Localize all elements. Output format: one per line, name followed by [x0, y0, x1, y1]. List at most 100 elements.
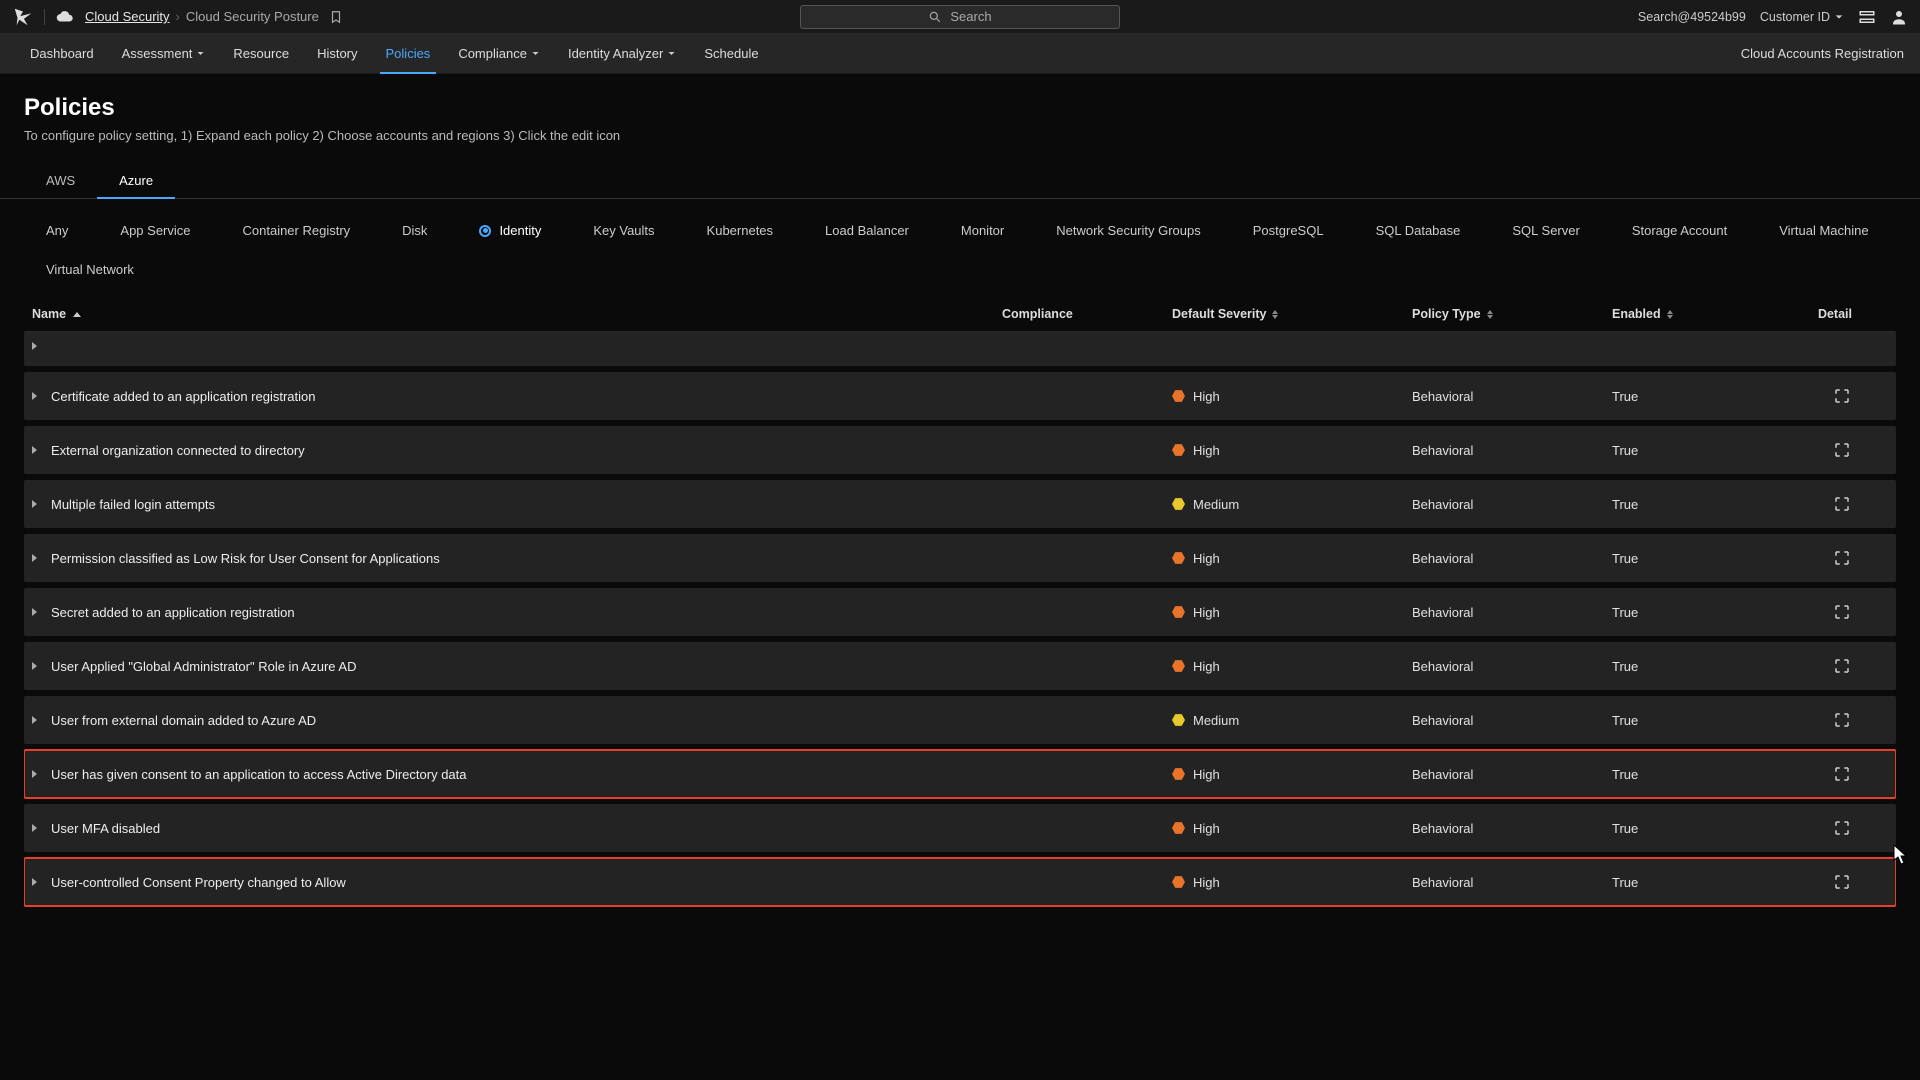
cell-enabled: True [1612, 443, 1782, 458]
filter-load-balancer[interactable]: Load Balancer [803, 213, 931, 248]
expand-caret-icon[interactable] [32, 716, 37, 724]
user-icon[interactable] [1890, 8, 1908, 26]
bookmark-icon[interactable] [329, 10, 343, 24]
col-header-compliance[interactable]: Compliance [1002, 307, 1172, 321]
cell-type: Behavioral [1412, 713, 1612, 728]
filter-storage-account[interactable]: Storage Account [1610, 213, 1749, 248]
filter-kubernetes[interactable]: Kubernetes [685, 213, 796, 248]
filter-sql-database[interactable]: SQL Database [1354, 213, 1483, 248]
expand-caret-icon[interactable] [32, 608, 37, 616]
expand-detail-button[interactable] [1832, 656, 1852, 676]
cloud-tab-azure[interactable]: Azure [97, 163, 175, 198]
nav-item-dashboard[interactable]: Dashboard [16, 34, 108, 74]
table-row[interactable]: Certificate added to an application regi… [24, 372, 1896, 420]
expand-caret-icon[interactable] [32, 500, 37, 508]
cell-type: Behavioral [1412, 551, 1612, 566]
expand-caret-icon[interactable] [32, 662, 37, 670]
expand-caret-icon[interactable] [32, 554, 37, 562]
expand-detail-button[interactable] [1832, 872, 1852, 892]
nav-item-compliance[interactable]: Compliance [444, 34, 554, 74]
filter-key-vaults[interactable]: Key Vaults [571, 213, 676, 248]
filter-container-registry[interactable]: Container Registry [221, 213, 373, 248]
expand-caret-icon[interactable] [32, 770, 37, 778]
expand-detail-button[interactable] [1832, 602, 1852, 622]
nav-item-resource[interactable]: Resource [219, 34, 303, 74]
nav-item-assessment[interactable]: Assessment [108, 34, 220, 74]
nav-item-identity-analyzer[interactable]: Identity Analyzer [554, 34, 690, 74]
col-header-enabled[interactable]: Enabled [1612, 307, 1782, 321]
col-header-type[interactable]: Policy Type [1412, 307, 1612, 321]
cloud-icon[interactable] [55, 7, 75, 27]
radio-active-icon [479, 225, 491, 237]
expand-caret-icon[interactable] [32, 878, 37, 886]
brand-logo-icon[interactable] [12, 6, 34, 28]
filter-network-security-groups[interactable]: Network Security Groups [1034, 213, 1223, 248]
breadcrumb-link[interactable]: Cloud Security [85, 9, 170, 24]
customer-id-label: Customer ID [1760, 10, 1830, 24]
filter-any[interactable]: Any [24, 213, 90, 248]
cell-detail [1782, 440, 1852, 460]
filter-postgresql[interactable]: PostgreSQL [1231, 213, 1346, 248]
table-row[interactable]: User MFA disabledHighBehavioralTrue [24, 804, 1896, 852]
filter-app-service[interactable]: App Service [98, 213, 212, 248]
nav-item-schedule[interactable]: Schedule [690, 34, 772, 74]
page-header: Policies To configure policy setting, 1)… [0, 74, 1920, 155]
severity-hex-icon [1172, 444, 1185, 457]
table-row[interactable]: External organization connected to direc… [24, 426, 1896, 474]
expand-detail-button[interactable] [1832, 710, 1852, 730]
col-header-name[interactable]: Name [32, 307, 1002, 321]
navbar: DashboardAssessment ResourceHistoryPolic… [0, 34, 1920, 74]
search-input[interactable]: Search [800, 5, 1120, 29]
expand-detail-button[interactable] [1832, 764, 1852, 784]
expand-caret-icon[interactable] [32, 392, 37, 400]
table-row[interactable]: Azure users can consent to apps accessin… [24, 332, 1896, 366]
cell-enabled: True [1612, 767, 1782, 782]
cell-enabled: True [1612, 551, 1782, 566]
cell-type: Behavioral [1412, 821, 1612, 836]
expand-caret-icon[interactable] [32, 446, 37, 454]
table-row[interactable]: Secret added to an application registrat… [24, 588, 1896, 636]
cell-detail [1782, 336, 1852, 356]
cell-severity: High [1172, 339, 1412, 354]
cell-severity: High [1172, 767, 1412, 782]
cell-enabled: True [1612, 821, 1782, 836]
expand-detail-button[interactable] [1832, 494, 1852, 514]
expand-caret-icon[interactable] [32, 824, 37, 832]
filter-virtual-machine[interactable]: Virtual Machine [1757, 213, 1890, 248]
filter-disk[interactable]: Disk [380, 213, 449, 248]
cell-type: Behavioral [1412, 767, 1612, 782]
table-row[interactable]: User has given consent to an application… [24, 750, 1896, 798]
breadcrumb-sep: › [176, 9, 180, 24]
expand-detail-button[interactable] [1832, 548, 1852, 568]
nav-item-policies[interactable]: Policies [372, 34, 445, 74]
cell-enabled: True [1612, 497, 1782, 512]
filter-monitor[interactable]: Monitor [939, 213, 1026, 248]
services-icon[interactable] [1858, 8, 1876, 26]
cloud-tab-aws[interactable]: AWS [24, 163, 97, 198]
filter-sql-server[interactable]: SQL Server [1490, 213, 1601, 248]
table-row[interactable]: User-controlled Consent Property changed… [24, 858, 1896, 906]
cell-type: Behavioral [1412, 497, 1612, 512]
cell-type: Behavioral [1412, 659, 1612, 674]
filter-identity[interactable]: Identity [457, 213, 563, 248]
table-body[interactable]: Azure users can consent to apps accessin… [24, 332, 1896, 1022]
nav-cloud-accounts-registration[interactable]: Cloud Accounts Registration [1741, 46, 1904, 61]
filter-virtual-network[interactable]: Virtual Network [24, 252, 156, 287]
cell-type: Behavioral [1412, 605, 1612, 620]
customer-id-dropdown[interactable]: Customer ID [1760, 10, 1844, 24]
severity-hex-icon [1172, 606, 1185, 619]
cell-name: User-controlled Consent Property changed… [32, 875, 1002, 890]
expand-detail-button[interactable] [1832, 440, 1852, 460]
table-row[interactable]: User Applied "Global Administrator" Role… [24, 642, 1896, 690]
col-header-severity[interactable]: Default Severity [1172, 307, 1412, 321]
filter-row: AnyApp Service Container RegistryDiskIden… [0, 199, 1920, 297]
nav-item-history[interactable]: History [303, 34, 371, 74]
table-row[interactable]: Multiple failed login attemptsMediumBeha… [24, 480, 1896, 528]
expand-detail-button[interactable] [1832, 386, 1852, 406]
table-row[interactable]: User from external domain added to Azure… [24, 696, 1896, 744]
table-row[interactable]: Permission classified as Low Risk for Us… [24, 534, 1896, 582]
expand-detail-button[interactable] [1832, 818, 1852, 838]
expand-caret-icon[interactable] [32, 342, 37, 350]
cell-severity: High [1172, 821, 1412, 836]
cell-name: Certificate added to an application regi… [32, 389, 1002, 404]
